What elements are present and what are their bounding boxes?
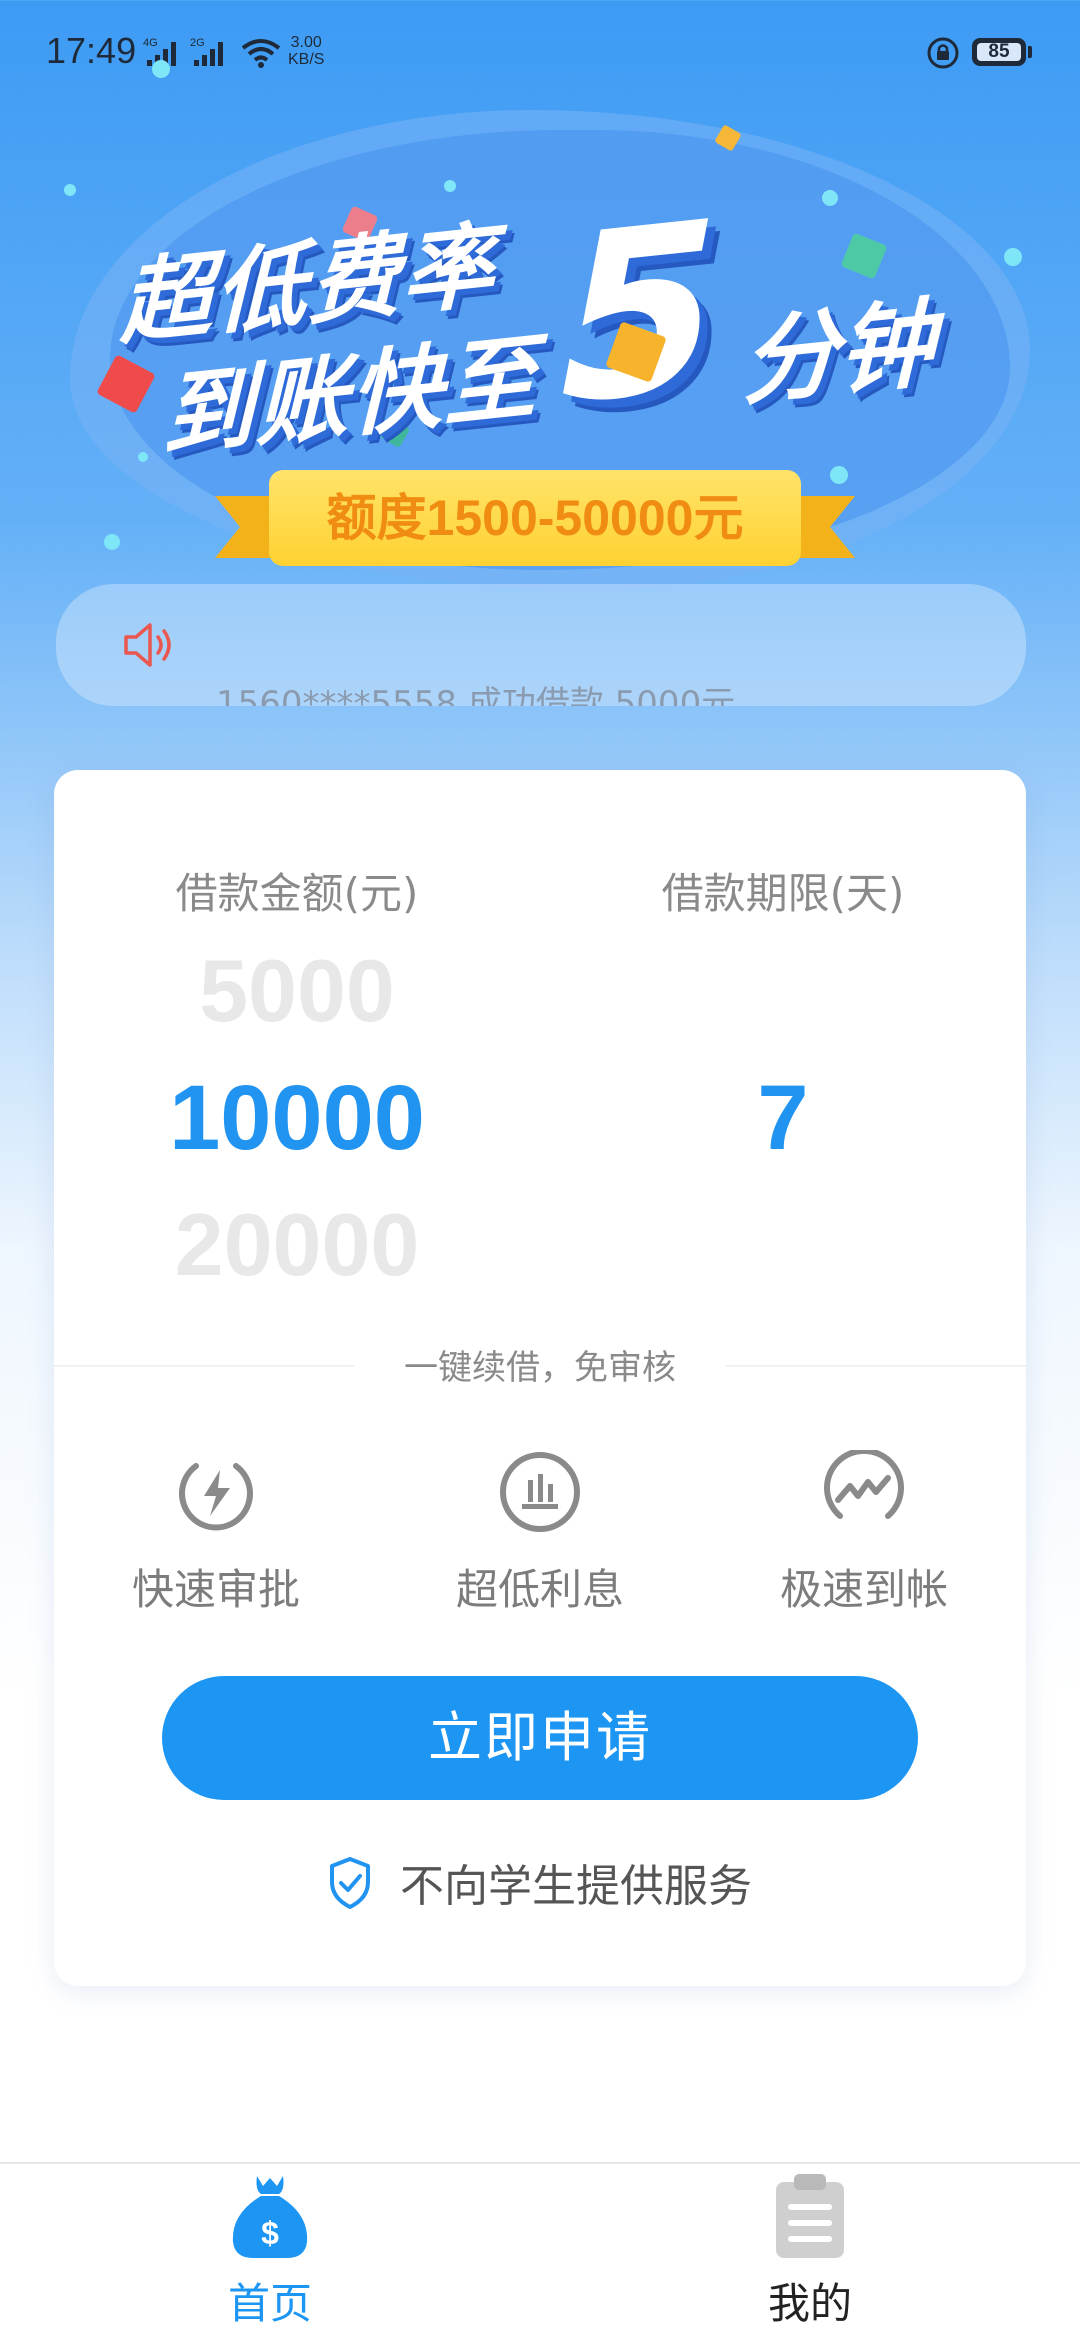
feature-label: 快速审批 xyxy=(131,1565,300,1614)
decor-dot xyxy=(1004,248,1022,266)
decor-dot xyxy=(152,60,170,78)
decor-dot xyxy=(138,452,148,462)
renewal-text: 一键续借，免审核 xyxy=(404,1348,676,1388)
amount-option[interactable]: 5000 xyxy=(54,940,540,1042)
clipboard-icon xyxy=(776,2174,844,2258)
apply-button[interactable]: 立即申请 xyxy=(162,1676,918,1800)
nav-home-label: 首页 xyxy=(227,2279,312,2328)
nav-home[interactable]: $ 首页 xyxy=(0,2170,540,2340)
term-label: 借款期限(天) xyxy=(661,869,905,918)
feature-fast-approval: 快速审批 xyxy=(54,1450,378,1617)
student-notice-text: 不向学生提供服务 xyxy=(400,1861,752,1912)
decor-dot xyxy=(822,190,838,206)
notice-text: 1560****5558 成功借款 5000元 xyxy=(216,684,736,706)
trend-icon xyxy=(824,1450,904,1519)
quota-text: 额度1500-50000元 xyxy=(269,470,801,566)
svg-text:2G: 2G xyxy=(190,37,205,49)
feature-fast-arrival: 极速到帐 xyxy=(702,1450,1026,1617)
bar-chart-icon xyxy=(500,1452,580,1532)
svg-text:4G: 4G xyxy=(143,37,158,49)
feature-label: 极速到帐 xyxy=(779,1565,948,1614)
speaker-icon xyxy=(124,623,171,667)
notice-marquee: 1560****5558 成功借款 5000元 xyxy=(56,584,1026,706)
loan-card: 借款金额(元) 借款期限(天) 5000 10000 20000 7 一键续借，… xyxy=(54,770,1026,1986)
amount-selected[interactable]: 10000 xyxy=(54,1066,540,1171)
amount-label: 借款金额(元) xyxy=(175,869,419,918)
speed-value: 3.00 xyxy=(290,34,322,51)
student-notice: 不向学生提供服务 xyxy=(54,1850,1026,1914)
feature-low-interest: 超低利息 xyxy=(378,1450,702,1617)
amount-option[interactable]: 20000 xyxy=(54,1194,540,1296)
shield-check-icon xyxy=(330,1857,370,1909)
feature-label: 超低利息 xyxy=(455,1565,624,1614)
nav-mine[interactable]: 我的 xyxy=(540,2170,1080,2340)
nav-mine-label: 我的 xyxy=(767,2279,852,2328)
banner-highlight-number: 5 xyxy=(560,172,721,457)
decor-dot xyxy=(104,534,120,550)
quota-ribbon: 额度1500-50000元 xyxy=(215,468,855,574)
bottom-nav: $ 首页 我的 xyxy=(0,2162,1080,2342)
decor-dot xyxy=(64,184,76,196)
svg-text:$: $ xyxy=(261,2215,279,2251)
lightning-icon xyxy=(179,1463,253,1531)
decor-dot xyxy=(444,180,456,192)
term-selected[interactable]: 7 xyxy=(540,1066,1026,1171)
battery-tip xyxy=(1028,46,1032,58)
banner-highlight-unit: 分钟 xyxy=(742,286,934,420)
money-bag-icon: $ xyxy=(232,2176,308,2258)
promo-banner[interactable]: 超低费率 到账快至 5 分钟 额度1500-50000元 xyxy=(0,60,1080,620)
